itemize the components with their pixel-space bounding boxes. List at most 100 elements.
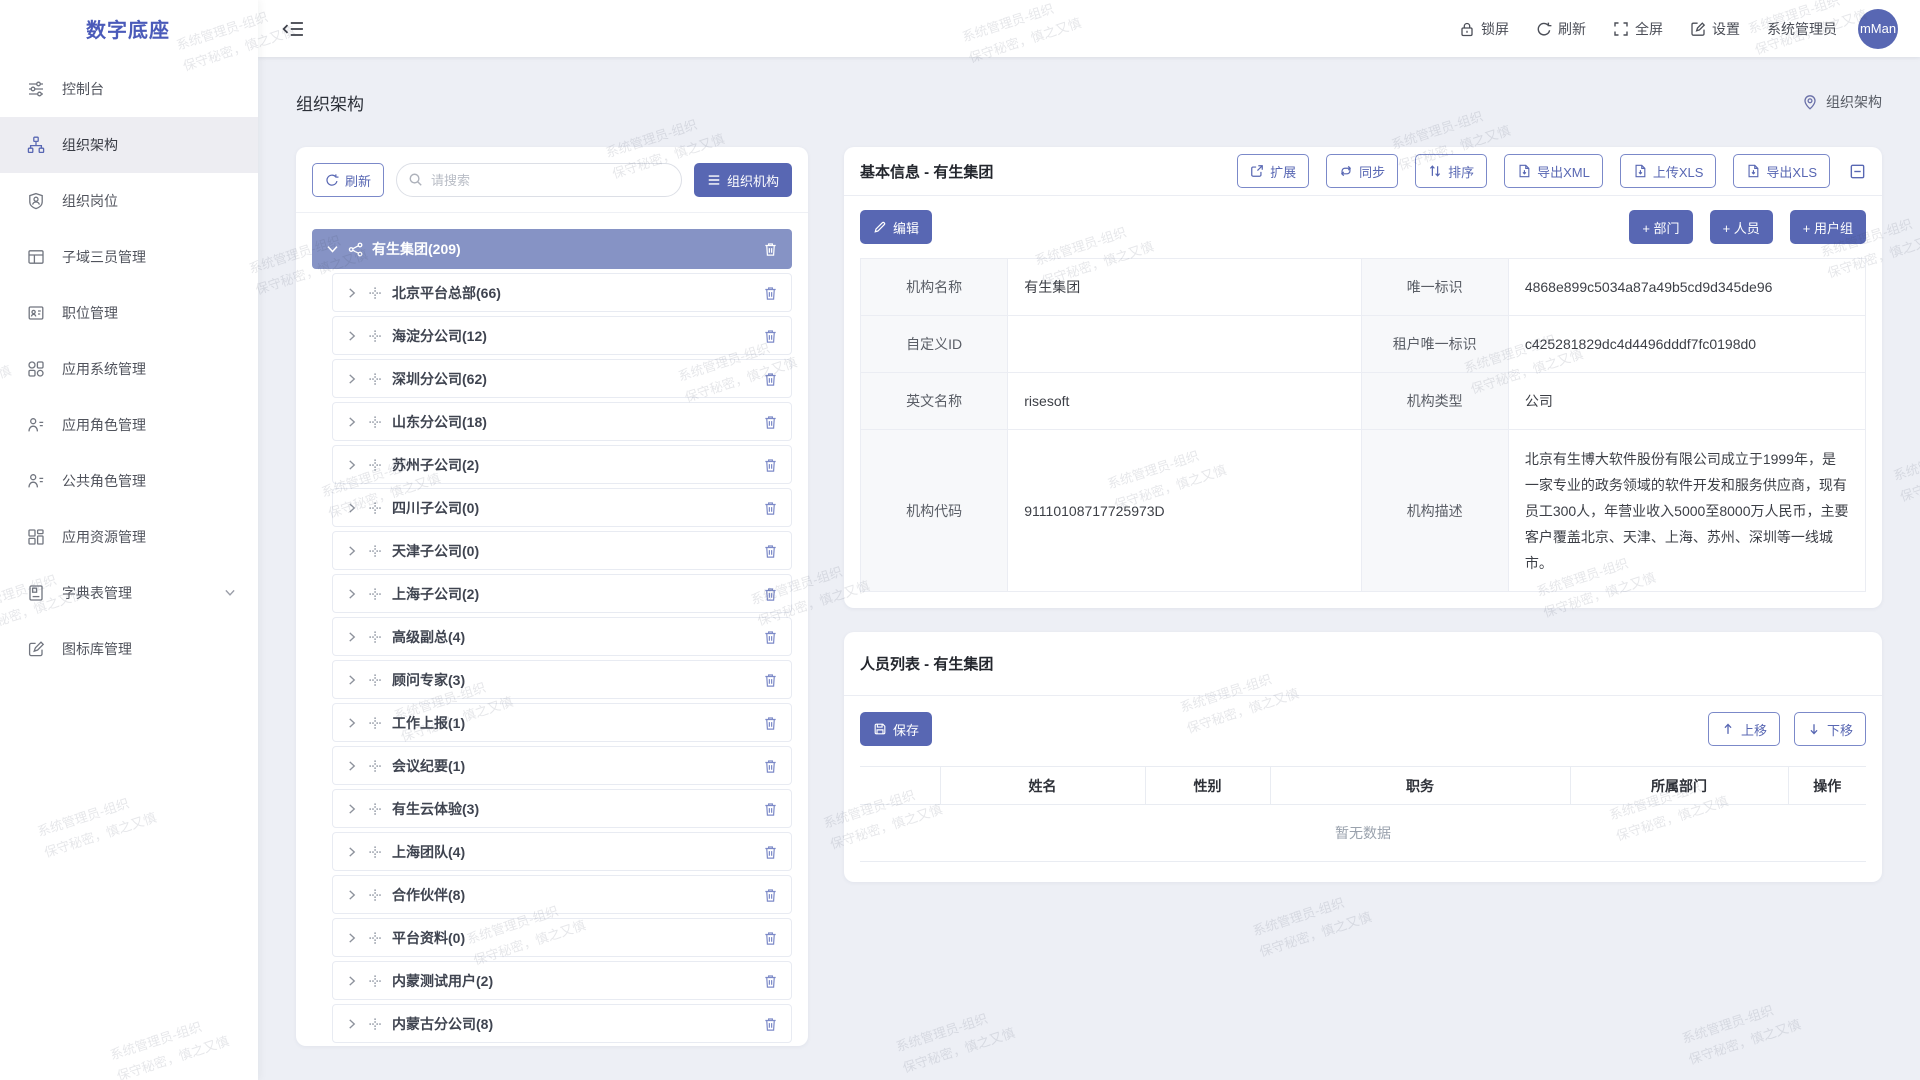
- drag-handle-icon[interactable]: [368, 372, 382, 386]
- delete-icon[interactable]: [763, 543, 778, 559]
- sidebar-item-dictionary[interactable]: 字典表管理: [0, 565, 258, 621]
- delete-icon[interactable]: [763, 285, 778, 301]
- drag-handle-icon[interactable]: [368, 630, 382, 644]
- tree-search-input[interactable]: [396, 163, 682, 197]
- drag-handle-icon[interactable]: [368, 673, 382, 687]
- lock-screen-button[interactable]: 锁屏: [1459, 19, 1509, 39]
- chevron-right-icon[interactable]: [346, 889, 358, 901]
- delete-icon[interactable]: [763, 930, 778, 946]
- tree-node[interactable]: 山东分公司(18): [332, 402, 792, 441]
- drag-handle-icon[interactable]: [368, 415, 382, 429]
- add-usergroup-button[interactable]: + 用户组: [1790, 210, 1866, 244]
- sidebar-fold-icon[interactable]: [282, 20, 304, 38]
- export-xls-button[interactable]: 导出XLS: [1733, 154, 1830, 188]
- sidebar-item-app-resource[interactable]: 应用资源管理: [0, 509, 258, 565]
- export-xml-button[interactable]: 导出XML: [1504, 154, 1603, 188]
- drag-handle-icon[interactable]: [368, 544, 382, 558]
- chevron-right-icon[interactable]: [346, 1018, 358, 1030]
- delete-icon[interactable]: [763, 414, 778, 430]
- chevron-right-icon[interactable]: [346, 545, 358, 557]
- tree-node[interactable]: 会议纪要(1): [332, 746, 792, 785]
- chevron-right-icon[interactable]: [346, 588, 358, 600]
- drag-handle-icon[interactable]: [368, 845, 382, 859]
- tree-node[interactable]: 北京平台总部(66): [332, 273, 792, 312]
- tree-node[interactable]: 天津子公司(0): [332, 531, 792, 570]
- username[interactable]: 系统管理员: [1767, 19, 1837, 39]
- chevron-right-icon[interactable]: [346, 674, 358, 686]
- delete-icon[interactable]: [763, 844, 778, 860]
- chevron-right-icon[interactable]: [346, 373, 358, 385]
- chevron-right-icon[interactable]: [346, 459, 358, 471]
- move-up-button[interactable]: 上移: [1708, 712, 1780, 746]
- chevron-right-icon[interactable]: [346, 330, 358, 342]
- chevron-right-icon[interactable]: [346, 846, 358, 858]
- drag-handle-icon[interactable]: [368, 329, 382, 343]
- delete-icon[interactable]: [763, 500, 778, 516]
- delete-icon[interactable]: [763, 457, 778, 473]
- fullscreen-button[interactable]: 全屏: [1613, 19, 1663, 39]
- chevron-right-icon[interactable]: [346, 760, 358, 772]
- chevron-right-icon[interactable]: [346, 932, 358, 944]
- edit-button[interactable]: 编辑: [860, 210, 932, 244]
- org-structure-button[interactable]: 组织机构: [694, 163, 792, 197]
- tree-node[interactable]: 平台资料(0): [332, 918, 792, 957]
- tree-node[interactable]: 工作上报(1): [332, 703, 792, 742]
- chevron-right-icon[interactable]: [346, 975, 358, 987]
- tree-node[interactable]: 苏州子公司(2): [332, 445, 792, 484]
- drag-handle-icon[interactable]: [368, 1017, 382, 1031]
- tree-node[interactable]: 高级副总(4): [332, 617, 792, 656]
- sidebar-item-public-role[interactable]: 公共角色管理: [0, 453, 258, 509]
- drag-handle-icon[interactable]: [368, 716, 382, 730]
- sync-button[interactable]: 同步: [1326, 154, 1398, 188]
- refresh-button[interactable]: 刷新: [1536, 19, 1586, 39]
- tree-node[interactable]: 有生云体验(3): [332, 789, 792, 828]
- avatar[interactable]: mMan: [1858, 9, 1898, 49]
- sidebar-item-console[interactable]: 控制台: [0, 61, 258, 117]
- drag-handle-icon[interactable]: [368, 802, 382, 816]
- chevron-right-icon[interactable]: [346, 803, 358, 815]
- chevron-down-icon[interactable]: [326, 243, 339, 256]
- drag-handle-icon[interactable]: [368, 587, 382, 601]
- expand-button[interactable]: 扩展: [1237, 154, 1309, 188]
- drag-handle-icon[interactable]: [368, 458, 382, 472]
- sidebar-item-icon-library[interactable]: 图标库管理: [0, 621, 258, 677]
- delete-icon[interactable]: [763, 629, 778, 645]
- delete-icon[interactable]: [763, 758, 778, 774]
- drag-handle-icon[interactable]: [368, 501, 382, 515]
- tree-node[interactable]: 内蒙古分公司(8): [332, 1004, 792, 1043]
- tree-node[interactable]: 上海子公司(2): [332, 574, 792, 613]
- drag-handle-icon[interactable]: [368, 759, 382, 773]
- sidebar-item-org-structure[interactable]: 组织架构: [0, 117, 258, 173]
- move-down-button[interactable]: 下移: [1794, 712, 1866, 746]
- add-person-button[interactable]: + 人员: [1710, 210, 1773, 244]
- delete-icon[interactable]: [763, 672, 778, 688]
- sidebar-item-org-post[interactable]: 组织岗位: [0, 173, 258, 229]
- chevron-right-icon[interactable]: [346, 502, 358, 514]
- delete-icon[interactable]: [763, 1016, 778, 1032]
- tree-node[interactable]: 深圳分公司(62): [332, 359, 792, 398]
- delete-icon[interactable]: [763, 586, 778, 602]
- save-button[interactable]: 保存: [860, 712, 932, 746]
- delete-icon[interactable]: [763, 887, 778, 903]
- delete-icon[interactable]: [763, 973, 778, 989]
- drag-handle-icon[interactable]: [368, 931, 382, 945]
- add-department-button[interactable]: + 部门: [1629, 210, 1692, 244]
- tree-node[interactable]: 顾问专家(3): [332, 660, 792, 699]
- chevron-right-icon[interactable]: [346, 717, 358, 729]
- sidebar-item-app-role[interactable]: 应用角色管理: [0, 397, 258, 453]
- drag-handle-icon[interactable]: [368, 974, 382, 988]
- collapse-panel-icon[interactable]: [1849, 163, 1866, 180]
- tree-node[interactable]: 四川子公司(0): [332, 488, 792, 527]
- chevron-right-icon[interactable]: [346, 416, 358, 428]
- delete-icon[interactable]: [763, 371, 778, 387]
- tree-node[interactable]: 上海团队(4): [332, 832, 792, 871]
- delete-icon[interactable]: [763, 328, 778, 344]
- tree-root-node[interactable]: 有生集团(209): [312, 229, 792, 269]
- sidebar-item-app-system[interactable]: 应用系统管理: [0, 341, 258, 397]
- drag-handle-icon[interactable]: [368, 888, 382, 902]
- tree-node[interactable]: 合作伙伴(8): [332, 875, 792, 914]
- tree-node[interactable]: 内蒙测试用户(2): [332, 961, 792, 1000]
- sort-button[interactable]: 排序: [1415, 154, 1487, 188]
- tree-node[interactable]: 海淀分公司(12): [332, 316, 792, 355]
- delete-icon[interactable]: [763, 801, 778, 817]
